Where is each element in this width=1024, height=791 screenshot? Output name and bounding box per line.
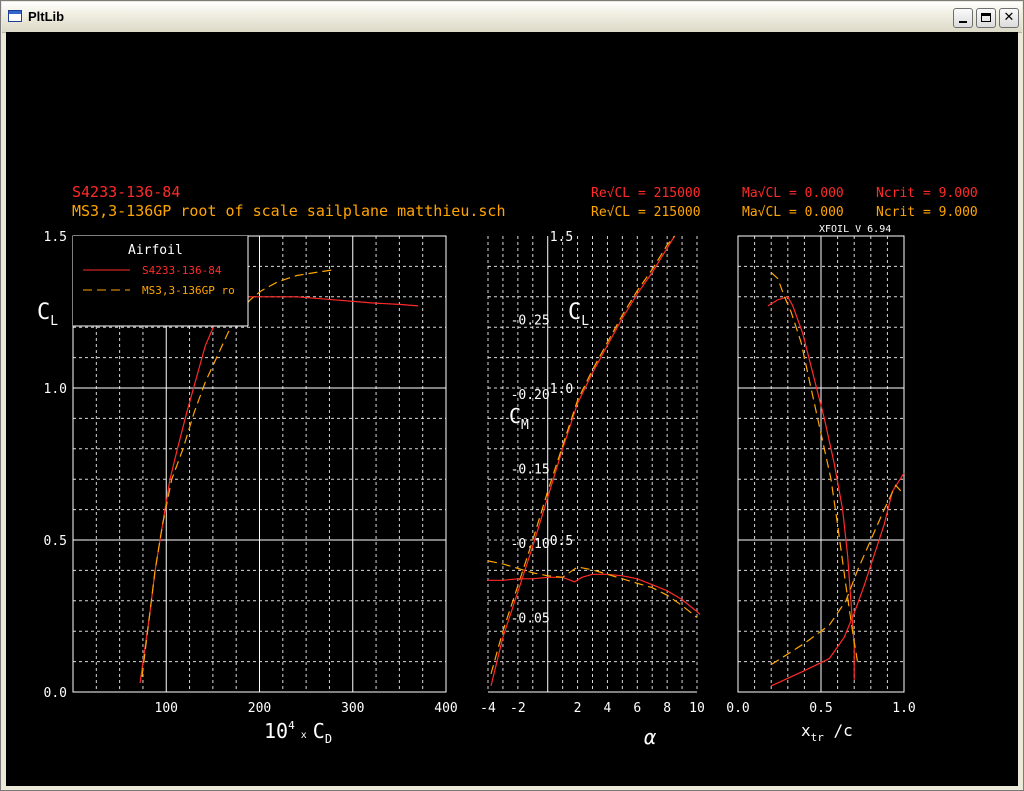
cm-label: CM <box>509 404 529 433</box>
cm-tick-label: -0.15 <box>511 463 550 478</box>
window-title: PltLib <box>28 9 65 24</box>
airfoil-2-name: MS3,3-136GP root of scale sailplane matt… <box>72 202 505 220</box>
close-icon: ✕ <box>1003 10 1015 25</box>
y-tick-label: 0.0 <box>44 686 67 701</box>
transition-series-1 <box>767 296 855 680</box>
cm-tick-label: -0.20 <box>511 388 550 403</box>
minimize-button[interactable] <box>953 8 973 28</box>
y-tick-label: 1.0 <box>44 382 67 397</box>
app-icon <box>8 10 22 22</box>
alpha-tick-label: 2 <box>574 701 582 716</box>
xtr-tick-label: 1.0 <box>892 701 915 716</box>
title-bar[interactable]: PltLib ✕ <box>2 2 1022 33</box>
alpha-tick-label: 8 <box>663 701 671 716</box>
plot-canvas: S4233-136-84 Re√CL = 215000 Ma√CL = 0.00… <box>6 32 1018 786</box>
y-tick-label: 0.5 <box>44 534 67 549</box>
cl-tick-label: 1.0 <box>550 382 573 397</box>
close-button[interactable]: ✕ <box>999 8 1019 28</box>
alpha-tick-label: 10 <box>689 701 705 716</box>
airfoil-2-ma: Ma√CL = 0.000 <box>742 205 844 220</box>
xtr-tick-label: 0.5 <box>809 701 832 716</box>
maximize-button[interactable] <box>976 8 996 28</box>
alpha-tick-label: -2 <box>510 701 526 716</box>
transition-series-2 <box>770 272 859 662</box>
alpha-tick-label: 4 <box>604 701 612 716</box>
x-tick-label: 400 <box>434 701 457 716</box>
alpha-tick-label: -4 <box>480 701 496 716</box>
legend-title: Airfoil <box>128 243 183 258</box>
cm-alpha-series-3 <box>488 573 701 615</box>
cl-alpha-series-2 <box>490 235 676 674</box>
alpha-axis-label: α <box>644 725 657 749</box>
cl-tick-label: 1.5 <box>550 230 573 245</box>
legend: Airfoil S4233-136-84 MS3,3-136GP ro <box>73 236 249 327</box>
legend-entry-1: S4233-136-84 <box>142 264 222 277</box>
airfoil-2-ncrit: Ncrit = 9.000 <box>876 205 978 220</box>
x-tick-label: 100 <box>155 701 178 716</box>
airfoil-1-name: S4233-136-84 <box>72 183 180 201</box>
app-window: PltLib ✕ S4233-136-84 Re√CL = 215000 Ma√… <box>0 0 1024 791</box>
cm-tick-label: -0.05 <box>511 612 550 627</box>
y-tick-label: 1.5 <box>44 230 67 245</box>
airfoil-1-ncrit: Ncrit = 9.000 <box>876 186 978 201</box>
cm-tick-label: -0.25 <box>511 314 550 329</box>
maximize-icon <box>981 13 991 22</box>
airfoil-2-re: Re√CL = 215000 <box>591 205 701 220</box>
xtr-tick-label: 0.0 <box>726 701 749 716</box>
minimize-icon <box>959 21 967 23</box>
polar-plot: S4233-136-84 Re√CL = 215000 Ma√CL = 0.00… <box>37 183 978 749</box>
x-tick-label: 300 <box>341 701 364 716</box>
xtr-axis-label: xtr /c <box>801 721 853 744</box>
airfoil-1-ma: Ma√CL = 0.000 <box>742 186 844 201</box>
cd-axis-label: 104 x CD <box>264 719 332 746</box>
x-tick-label: 200 <box>248 701 271 716</box>
legend-entry-2: MS3,3-136GP ro <box>142 284 235 297</box>
cl-tick-label: 0.5 <box>550 534 573 549</box>
cl-label-left: CL <box>37 300 58 329</box>
xfoil-version: XFOIL V 6.94 <box>819 224 891 235</box>
airfoil-1-re: Re√CL = 215000 <box>591 186 701 201</box>
alpha-tick-label: 6 <box>633 701 641 716</box>
cl-label-middle: CL <box>568 300 589 329</box>
